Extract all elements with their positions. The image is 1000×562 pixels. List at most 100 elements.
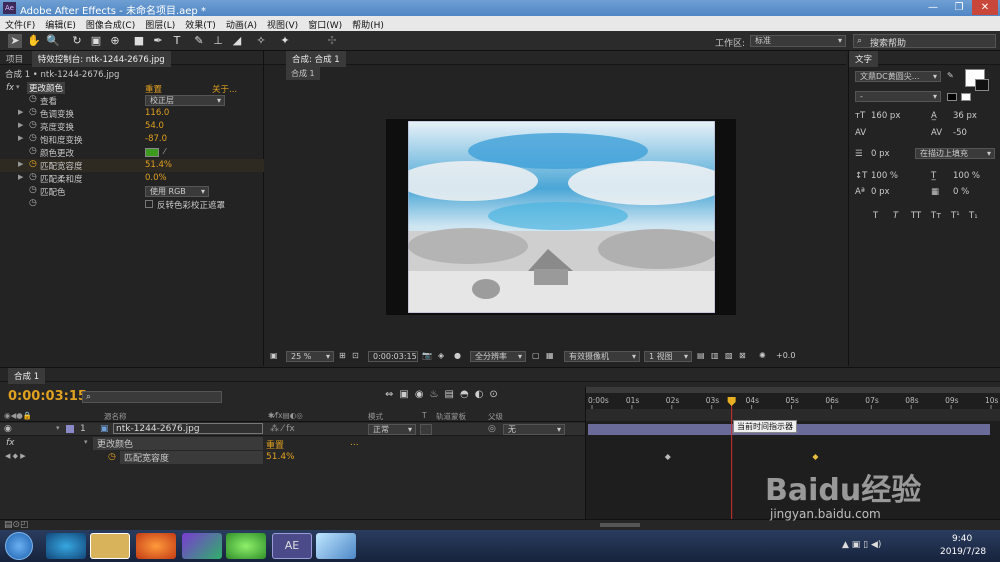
search-help-input[interactable]: 搜索帮助 — [870, 36, 906, 49]
file-explorer-icon[interactable] — [90, 533, 130, 559]
visibility-eye-icon[interactable]: ◉ — [4, 424, 12, 434]
menu-layer[interactable]: 图层(L) — [140, 16, 180, 31]
saturation-transform-value[interactable]: -87.0 — [145, 134, 167, 144]
label-color-swatch[interactable] — [66, 425, 74, 433]
toggle-pixel-icon[interactable]: ▤ — [697, 351, 705, 360]
tray-icons[interactable]: ▲ ▣ ▯ ◀) — [842, 540, 881, 550]
roto-brush-tool-icon[interactable]: ✧ — [254, 34, 268, 48]
timeline-icon[interactable]: ▧ — [725, 351, 733, 360]
timeline-timecode[interactable]: 0:00:03:15 — [8, 389, 87, 404]
workspace-dropdown[interactable]: 标准 ▾ — [750, 35, 846, 47]
camera-tool-icon[interactable]: ▣ — [89, 34, 103, 48]
comp-subtab[interactable]: 合成 1 — [286, 67, 320, 80]
white-swatch[interactable] — [961, 93, 971, 101]
match-color-dropdown[interactable]: 使用 RGB ▾ — [145, 186, 209, 197]
tab-effect-controls[interactable]: 特效控制台: ntk-1244-2676.jpg — [31, 51, 171, 67]
region-icon[interactable]: ⊡ — [352, 351, 359, 360]
matching-softness-value[interactable]: 0.0% — [145, 173, 167, 183]
stroke-width-value[interactable]: 0 px — [871, 149, 890, 159]
comp-flowchart-icon[interactable]: ⊠ — [739, 351, 746, 360]
stopwatch-icon[interactable]: ◷ — [29, 94, 37, 104]
stopwatch-active-icon[interactable]: ◷ — [29, 159, 37, 169]
expand-icon[interactable]: ▶ — [18, 173, 23, 181]
tab-timeline-comp[interactable]: 合成 1 — [8, 368, 46, 384]
transparency-grid-icon[interactable]: ▦ — [546, 351, 554, 360]
hand-tool-icon[interactable]: ✋ — [27, 34, 41, 48]
col-mode[interactable]: 模式 — [368, 411, 383, 422]
all-caps-button[interactable]: TT — [911, 211, 921, 221]
fx-icon[interactable]: fx — [6, 83, 14, 93]
black-swatch[interactable] — [947, 93, 957, 101]
param-tree-name[interactable]: 匹配宽容度 — [120, 451, 263, 464]
font-style-dropdown[interactable]: - ▾ — [855, 91, 941, 102]
col-source-name[interactable]: 源名称 — [104, 411, 127, 422]
faux-italic-button[interactable]: T — [893, 211, 898, 221]
stopwatch-icon[interactable]: ◷ — [29, 107, 37, 117]
clock-date[interactable]: 2019/7/28 — [940, 547, 986, 557]
faux-bold-button[interactable]: T — [873, 211, 878, 221]
tab-project[interactable]: 项目 — [0, 51, 29, 67]
hue-transform-value[interactable]: 116.0 — [145, 108, 169, 118]
pen-tool-icon[interactable]: ✒ — [151, 34, 165, 48]
superscript-button[interactable]: T¹ — [951, 211, 960, 221]
col-parent[interactable]: 父级 — [488, 411, 503, 422]
effect-tree-reset[interactable]: 重置 — [266, 438, 284, 451]
stopwatch-active-icon[interactable]: ◷ — [108, 452, 116, 462]
baseline-shift-value[interactable]: 0 px — [871, 187, 890, 197]
tab-composition[interactable]: 合成: 合成 1 — [286, 51, 346, 67]
param-tree-value[interactable]: 51.4% — [266, 452, 295, 462]
viewer-timecode[interactable]: 0:00:03:15 — [368, 351, 418, 362]
layer-expand-icon[interactable]: ▾ — [56, 424, 60, 432]
notepad-icon[interactable] — [316, 533, 356, 559]
stopwatch-icon[interactable]: ◷ — [29, 146, 37, 156]
video-app-icon[interactable] — [182, 533, 222, 559]
stopwatch-icon[interactable]: ◷ — [29, 120, 37, 130]
vertical-scale-value[interactable]: 100 % — [871, 171, 898, 181]
exposure-value[interactable]: +0.0 — [776, 351, 795, 360]
close-button[interactable]: ✕ — [972, 0, 998, 15]
browser-360-icon[interactable] — [226, 533, 266, 559]
menu-effect[interactable]: 效果(T) — [180, 16, 221, 31]
after-effects-taskbar-icon[interactable]: AE — [272, 533, 312, 559]
start-button[interactable] — [5, 532, 33, 560]
selection-tool-icon[interactable]: ➤ — [8, 34, 22, 48]
parent-dropdown[interactable]: 无 ▾ — [503, 424, 565, 435]
menu-composition[interactable]: 图像合成(C) — [81, 16, 140, 31]
menu-window[interactable]: 窗口(W) — [303, 16, 347, 31]
trkmat-dropdown[interactable] — [420, 424, 432, 435]
effect-name[interactable]: 更改颜色 — [27, 82, 66, 94]
expand-icon[interactable]: ▶ — [18, 108, 23, 116]
tab-character[interactable]: 文字 — [849, 51, 879, 67]
views-dropdown[interactable]: 1 视图 ▾ — [644, 351, 692, 362]
layer-search-input[interactable]: ⌕ — [82, 391, 222, 403]
layer-name[interactable]: ntk-1244-2676.jpg — [113, 423, 263, 434]
eyedropper-icon[interactable]: ✎ — [947, 71, 954, 80]
stopwatch-icon[interactable]: ◷ — [29, 185, 37, 195]
resolution-dropdown[interactable]: 全分辨率 ▾ — [470, 351, 526, 362]
snapshot-icon[interactable]: 📷 — [422, 351, 432, 360]
rotate-tool-icon[interactable]: ↻ — [70, 34, 84, 48]
scene-image[interactable] — [408, 121, 715, 313]
playhead-handle[interactable] — [727, 397, 736, 406]
menu-view[interactable]: 视图(V) — [262, 16, 303, 31]
matching-tolerance-value[interactable]: 51.4% — [145, 160, 172, 170]
minimize-button[interactable]: — — [920, 0, 946, 15]
zoom-tool-icon[interactable]: 🔍 — [46, 34, 60, 48]
effect-expand-icon[interactable]: ▾ — [84, 438, 88, 446]
region-of-interest-icon[interactable]: ▢ — [532, 351, 540, 360]
invert-checkbox[interactable] — [145, 200, 153, 208]
exposure-icon[interactable]: ✺ — [759, 351, 766, 360]
subscript-button[interactable]: T₁ — [969, 211, 978, 221]
pan-behind-tool-icon[interactable]: ⊕ — [108, 34, 122, 48]
fx-icon[interactable]: fx — [6, 438, 15, 448]
eraser-tool-icon[interactable]: ◢ — [230, 34, 244, 48]
footer-toggle-icons[interactable]: ▤⊙◰ — [4, 520, 29, 530]
blend-mode-dropdown[interactable]: 正常 ▾ — [368, 424, 416, 435]
stroke-color-swatch[interactable] — [975, 79, 989, 91]
tracking-value[interactable]: -50 — [953, 128, 967, 138]
font-family-dropdown[interactable]: 文鼎DC黄圆尖... ▾ — [855, 71, 941, 82]
lightness-transform-value[interactable]: 54.0 — [145, 121, 164, 131]
puppet-pin-tool-icon[interactable]: ✦ — [278, 34, 292, 48]
col-t[interactable]: T — [422, 411, 427, 420]
keyframe-diamond[interactable] — [812, 454, 819, 460]
